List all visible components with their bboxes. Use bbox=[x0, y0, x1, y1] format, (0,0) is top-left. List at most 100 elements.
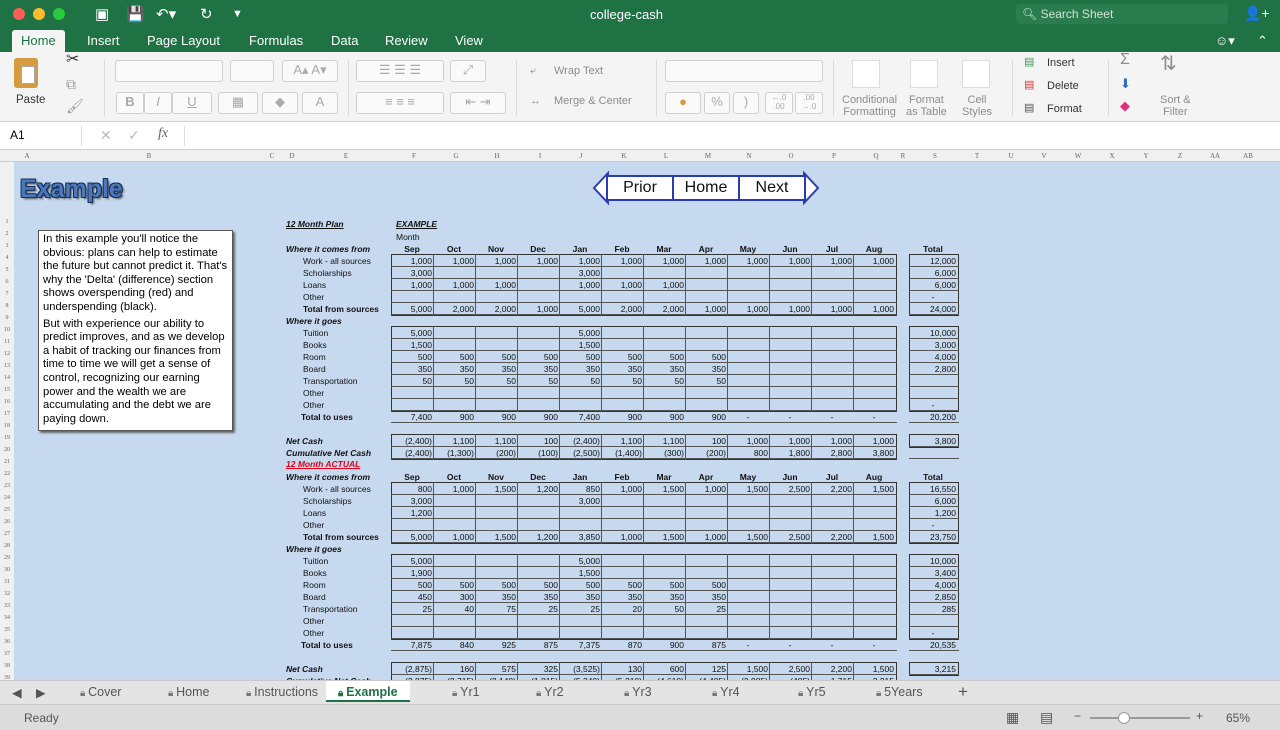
example-label[interactable]: EXAMPLE bbox=[396, 218, 437, 230]
value-cell[interactable]: 1,000 bbox=[476, 279, 518, 291]
month-header[interactable]: May bbox=[728, 243, 770, 255]
value-cell[interactable]: 300 bbox=[434, 591, 476, 603]
value-cell[interactable]: 3,000 bbox=[560, 267, 602, 279]
row-header[interactable]: 5 bbox=[0, 267, 14, 273]
value-cell[interactable]: 1,000 bbox=[854, 435, 896, 447]
value-cell[interactable]: 1,200 bbox=[392, 507, 434, 519]
font-color-icon[interactable]: A bbox=[302, 92, 338, 114]
formula-input[interactable] bbox=[184, 126, 1264, 146]
month-header[interactable]: Jun bbox=[770, 243, 812, 255]
value-cell[interactable]: 1,000 bbox=[770, 435, 812, 447]
value-cell[interactable]: 1,000 bbox=[770, 303, 812, 315]
row-header[interactable]: 24 bbox=[0, 495, 14, 501]
value-cell[interactable]: 500 bbox=[644, 351, 686, 363]
value-cell[interactable]: 500 bbox=[476, 579, 518, 591]
value-cell[interactable]: 900 bbox=[644, 639, 686, 651]
search-sheet-input[interactable]: 🔍︎ Search Sheet bbox=[1016, 4, 1228, 24]
value-cell[interactable]: 875 bbox=[518, 639, 560, 651]
value-cell[interactable]: 2,500 bbox=[770, 663, 812, 675]
customize-toolbar-icon[interactable]: ▼ bbox=[232, 8, 243, 20]
value-cell[interactable]: 3,850 bbox=[560, 531, 602, 543]
total-cell[interactable]: 2,850 bbox=[910, 591, 958, 603]
total-cell[interactable]: - bbox=[910, 399, 958, 411]
value-cell[interactable]: - bbox=[728, 411, 770, 423]
total-cell[interactable]: 12,000 bbox=[910, 255, 958, 267]
next-button[interactable]: Next bbox=[738, 175, 806, 201]
tab-review[interactable]: Review bbox=[376, 32, 437, 49]
row-header[interactable]: 18 bbox=[0, 423, 14, 429]
value-cell[interactable]: 1,000 bbox=[518, 255, 560, 267]
insert-cells-icon[interactable]: ▤ bbox=[1024, 56, 1034, 68]
value-cell[interactable]: 500 bbox=[392, 351, 434, 363]
value-cell[interactable]: 900 bbox=[686, 411, 728, 423]
value-cell[interactable]: 500 bbox=[686, 351, 728, 363]
row-header[interactable]: 36 bbox=[0, 639, 14, 645]
value-cell[interactable]: 1,000 bbox=[602, 279, 644, 291]
value-cell[interactable]: - bbox=[728, 639, 770, 651]
insert-cells-button[interactable]: Insert bbox=[1047, 57, 1075, 69]
row-header[interactable]: 16 bbox=[0, 399, 14, 405]
value-cell[interactable]: (2,500) bbox=[560, 447, 602, 459]
row-label[interactable]: Transportation bbox=[303, 603, 358, 615]
copy-icon[interactable]: ⧉ bbox=[66, 77, 76, 91]
value-cell[interactable]: 2,800 bbox=[812, 447, 854, 459]
month-header[interactable]: Sep bbox=[392, 243, 434, 255]
column-header[interactable]: T bbox=[975, 152, 979, 160]
value-cell[interactable]: 800 bbox=[728, 447, 770, 459]
sheet-tab-5years[interactable]: 🔒︎ 5Years bbox=[876, 685, 923, 699]
number-format-select[interactable] bbox=[665, 60, 823, 82]
row-header[interactable]: 33 bbox=[0, 603, 14, 609]
row-header[interactable]: 35 bbox=[0, 627, 14, 633]
maximize-window-button[interactable] bbox=[53, 8, 65, 20]
row-label[interactable]: Cumulative Net Cash bbox=[286, 447, 371, 459]
month-header[interactable]: Oct bbox=[434, 471, 476, 483]
column-header[interactable]: Y bbox=[1143, 152, 1148, 160]
value-cell[interactable]: 1,500 bbox=[392, 339, 434, 351]
column-header[interactable]: X bbox=[1109, 152, 1114, 160]
value-cell[interactable]: 100 bbox=[686, 435, 728, 447]
month-header[interactable]: Mar bbox=[644, 471, 686, 483]
value-cell[interactable]: 50 bbox=[476, 375, 518, 387]
total-cell[interactable]: 3,800 bbox=[910, 435, 958, 447]
tab-data[interactable]: Data bbox=[322, 32, 367, 49]
value-cell[interactable]: 1,500 bbox=[644, 483, 686, 495]
total-header[interactable]: Total bbox=[910, 471, 958, 483]
value-cell[interactable]: 2,200 bbox=[812, 483, 854, 495]
tab-formulas[interactable]: Formulas bbox=[240, 32, 312, 49]
value-cell[interactable]: 840 bbox=[434, 639, 476, 651]
value-cell[interactable]: 1,000 bbox=[770, 255, 812, 267]
value-cell[interactable]: 325 bbox=[518, 663, 560, 675]
value-cell[interactable]: (1,400) bbox=[602, 447, 644, 459]
value-cell[interactable]: 500 bbox=[434, 579, 476, 591]
row-header[interactable]: 32 bbox=[0, 591, 14, 597]
minimize-window-button[interactable] bbox=[33, 8, 45, 20]
row-header[interactable]: 38 bbox=[0, 663, 14, 669]
insert-function-icon[interactable]: fx bbox=[158, 126, 168, 142]
row-header[interactable]: 27 bbox=[0, 531, 14, 537]
value-cell[interactable]: (100) bbox=[518, 447, 560, 459]
row-label[interactable]: Loans bbox=[303, 279, 326, 291]
column-header[interactable]: P bbox=[832, 152, 836, 160]
total-cell[interactable]: 10,000 bbox=[910, 555, 958, 567]
row-label[interactable]: Work - all sources bbox=[303, 255, 371, 267]
column-header[interactable]: K bbox=[621, 152, 626, 160]
value-cell[interactable]: 350 bbox=[686, 591, 728, 603]
row-header[interactable]: 28 bbox=[0, 543, 14, 549]
total-cell[interactable]: 4,000 bbox=[910, 579, 958, 591]
value-cell[interactable]: - bbox=[770, 639, 812, 651]
row-header[interactable]: 23 bbox=[0, 483, 14, 489]
sheet-tab-yr3[interactable]: 🔒︎ Yr3 bbox=[624, 685, 652, 699]
row-header[interactable]: 15 bbox=[0, 387, 14, 393]
value-cell[interactable]: 575 bbox=[476, 663, 518, 675]
value-cell[interactable]: 1,000 bbox=[686, 531, 728, 543]
clear-icon[interactable]: ◆ bbox=[1120, 99, 1130, 112]
value-cell[interactable]: 20 bbox=[602, 603, 644, 615]
row-label[interactable]: Room bbox=[303, 351, 326, 363]
month-header[interactable]: Dec bbox=[518, 243, 560, 255]
value-cell[interactable]: 2,200 bbox=[812, 531, 854, 543]
vertical-align-icon[interactable]: ☰ ☰ ☰ bbox=[356, 60, 444, 82]
value-cell[interactable]: 500 bbox=[560, 579, 602, 591]
value-cell[interactable]: 100 bbox=[518, 435, 560, 447]
comma-style-button[interactable]: ) bbox=[733, 92, 759, 114]
zoom-in-icon[interactable]: + bbox=[1196, 709, 1203, 723]
